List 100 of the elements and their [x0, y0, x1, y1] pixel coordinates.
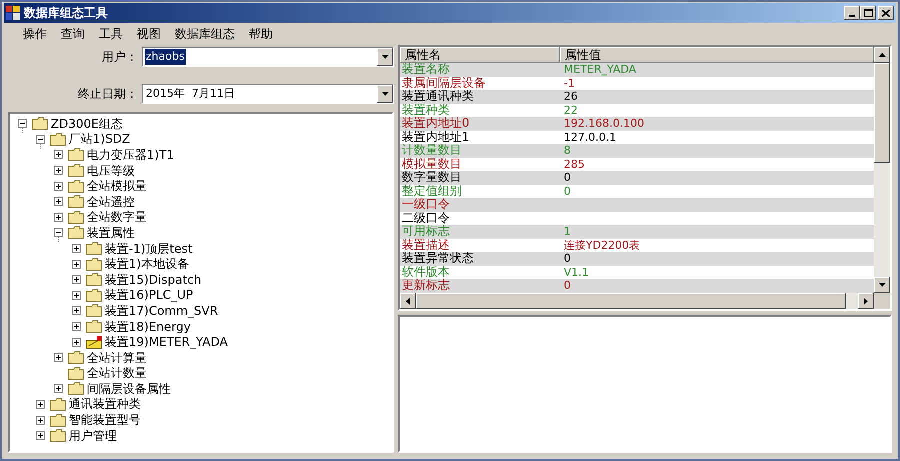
tree-item[interactable]: 全站数字量 — [87, 210, 147, 224]
folder-icon — [50, 132, 66, 146]
property-name: 一级口令 — [401, 198, 451, 212]
property-value: 0 — [563, 184, 571, 198]
expand-icon[interactable] — [36, 400, 45, 409]
expand-icon[interactable] — [54, 166, 63, 176]
expand-icon[interactable] — [72, 290, 81, 300]
property-name: 装置内地址1 — [401, 130, 471, 144]
dropdown-button[interactable] — [377, 85, 393, 103]
column-header[interactable]: 属性名 — [400, 47, 560, 63]
tree-item[interactable]: 全站遥控 — [87, 194, 135, 209]
folder-icon — [68, 195, 84, 208]
property-name: 计数量数目 — [401, 144, 463, 158]
tree-item[interactable]: 电压等级 — [87, 164, 135, 178]
property-name: 数字量数目 — [401, 171, 463, 184]
menu-item[interactable]: 视图 — [130, 25, 168, 43]
date-picker[interactable]: 2015年 7月11日 — [142, 84, 394, 104]
scroll-up-button[interactable] — [874, 47, 890, 63]
tree-item[interactable]: 装置-1)顶层test — [105, 242, 193, 256]
collapse-icon[interactable] — [54, 228, 63, 238]
expand-icon[interactable] — [72, 275, 81, 284]
menu-item[interactable]: 帮助 — [242, 25, 280, 43]
vertical-scrollbar[interactable] — [874, 47, 890, 309]
tree-item[interactable]: 装置17)Comm_SVR — [105, 304, 218, 318]
dropdown-button[interactable] — [377, 48, 393, 66]
property-value: 1 — [563, 225, 571, 238]
folder-icon — [68, 210, 84, 224]
scroll-thumb[interactable] — [874, 63, 890, 163]
user-label: 用户： — [101, 49, 139, 66]
property-value: 22 — [563, 104, 578, 117]
right-arrow-icon — [864, 298, 868, 304]
tree-item[interactable]: 用户管理 — [69, 428, 117, 443]
window-title: 数据库组态工具 — [24, 5, 108, 22]
tree-item[interactable]: 装置18)Energy — [105, 320, 191, 334]
expand-icon[interactable] — [54, 197, 63, 206]
property-row[interactable]: 装置通讯种类 26 — [400, 90, 874, 104]
tree-item[interactable]: 电力变压器1)T1 — [87, 148, 174, 162]
caret-icon — [382, 55, 388, 59]
caret-icon — [382, 92, 388, 96]
property-name: 装置名称 — [401, 63, 451, 76]
tree-item[interactable]: 间隔层设备属性 — [87, 382, 171, 396]
tree-item[interactable]: 装置16)PLC_UP — [105, 288, 194, 302]
expand-icon[interactable] — [72, 244, 81, 254]
tree-item[interactable]: 装置15)Dispatch — [105, 272, 202, 287]
maximize-button[interactable] — [860, 6, 876, 20]
property-row[interactable]: 装置内地址0 192.168.0.100 — [400, 117, 874, 130]
user-combo[interactable]: zhaobs — [142, 47, 394, 67]
property-name: 装置通讯种类 — [401, 90, 475, 104]
menu-item[interactable]: 数据库组态 — [168, 25, 242, 43]
tree-item[interactable]: ZD300E组态 — [51, 116, 123, 131]
property-value: 285 — [563, 158, 585, 171]
expand-icon[interactable] — [36, 431, 45, 440]
tree-item[interactable]: 装置属性 — [87, 226, 135, 240]
tree-item[interactable]: 全站计数量 — [87, 366, 147, 380]
tree-item[interactable]: 全站模拟量 — [87, 179, 147, 194]
column-header[interactable]: 属性值 — [560, 47, 874, 63]
folder-icon — [68, 148, 84, 162]
property-row[interactable]: 更新标志 0 — [400, 279, 874, 292]
expand-icon[interactable] — [72, 306, 81, 316]
expand-icon[interactable] — [72, 260, 81, 269]
tree-item[interactable]: 装置1)本地设备 — [105, 257, 190, 272]
folder-icon — [86, 258, 102, 271]
minimize-button[interactable] — [844, 6, 860, 20]
property-row[interactable]: 装置异常状态 0 — [400, 252, 874, 266]
collapse-icon[interactable] — [36, 134, 45, 144]
expand-icon[interactable] — [54, 212, 63, 222]
tree-line — [22, 128, 23, 134]
menu-item[interactable]: 工具 — [92, 25, 130, 43]
expand-icon[interactable] — [54, 353, 63, 362]
folder-icon — [86, 273, 102, 286]
tree-line — [58, 237, 59, 242]
property-name: 可用标志 — [401, 225, 451, 238]
tree-item[interactable]: 装置19)METER_YADA — [105, 335, 228, 350]
folder-icon — [86, 320, 102, 334]
up-arrow-icon — [878, 53, 886, 57]
expand-icon[interactable] — [54, 182, 63, 191]
property-name: 装置内地址0 — [401, 117, 471, 130]
expand-icon[interactable] — [54, 384, 63, 394]
expand-icon[interactable] — [36, 416, 45, 425]
property-name: 模拟量数目 — [401, 158, 463, 170]
scroll-right-button[interactable] — [858, 293, 874, 309]
property-name: 装置种类 — [401, 104, 451, 117]
folder-icon — [68, 366, 84, 380]
tree-item[interactable]: 厂站1)SDZ — [69, 132, 130, 146]
menu-item[interactable]: 查询 — [54, 25, 92, 43]
scroll-left-button[interactable] — [400, 293, 416, 309]
property-row[interactable]: 数字量数目 0 — [400, 171, 874, 184]
tree-item[interactable]: 通讯装置种类 — [69, 397, 141, 412]
tree-item[interactable]: 全站计算量 — [87, 350, 147, 365]
tree-item[interactable]: 智能装置型号 — [69, 413, 141, 428]
date-label: 终止日期： — [77, 86, 139, 103]
property-row[interactable]: 一级口令 — [400, 198, 874, 212]
menu-item[interactable]: 操作 — [16, 25, 54, 43]
scroll-down-button[interactable] — [874, 277, 890, 293]
expand-icon[interactable] — [72, 338, 81, 347]
expand-icon[interactable] — [72, 322, 81, 332]
collapse-icon[interactable] — [18, 119, 27, 128]
close-button[interactable] — [878, 6, 894, 20]
expand-icon[interactable] — [54, 150, 63, 160]
property-value: 192.168.0.100 — [563, 117, 644, 130]
